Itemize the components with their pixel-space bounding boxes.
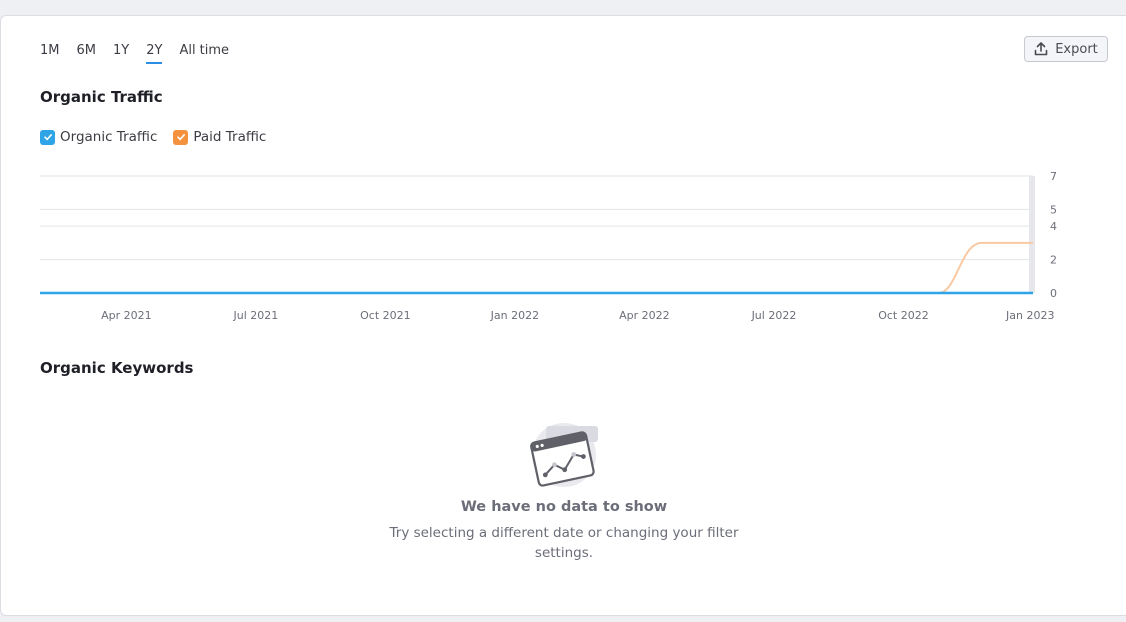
legend-item-paid-traffic[interactable]: Paid Traffic xyxy=(173,129,266,145)
upload-icon xyxy=(1034,42,1048,56)
y-tick-label: 5 xyxy=(1050,203,1057,216)
tab-all-time[interactable]: All time xyxy=(179,42,229,64)
chart-cursor-bar xyxy=(1029,176,1035,293)
tab-2y[interactable]: 2Y xyxy=(146,42,163,64)
y-tick-label: 0 xyxy=(1050,287,1057,300)
legend-label: Paid Traffic xyxy=(193,129,267,145)
export-button[interactable]: Export xyxy=(1024,36,1108,62)
organic-keywords-title: Organic Keywords xyxy=(40,359,194,377)
legend-label: Organic Traffic xyxy=(60,129,158,145)
legend-item-organic-traffic[interactable]: Organic Traffic xyxy=(40,129,157,145)
x-tick-label: Jul 2022 xyxy=(751,309,797,322)
series-line-paid-traffic xyxy=(40,241,1033,294)
check-icon[interactable] xyxy=(173,129,189,145)
export-label: Export xyxy=(1055,41,1098,57)
x-tick-label: Jul 2021 xyxy=(232,309,278,322)
empty-state-subtitle: Try selecting a different date or changi… xyxy=(389,525,739,561)
x-tick-label: Oct 2021 xyxy=(360,309,411,322)
empty-state-title: We have no data to show xyxy=(460,499,668,515)
tab-1m[interactable]: 1M xyxy=(40,42,60,64)
y-tick-label: 4 xyxy=(1050,220,1057,233)
check-icon[interactable] xyxy=(40,129,55,145)
tab-6m[interactable]: 6M xyxy=(77,42,97,64)
x-tick-label: Apr 2021 xyxy=(101,309,152,322)
no-data-chart-icon xyxy=(530,423,598,487)
chart-legend: Organic Traffic Paid Traffic xyxy=(40,129,266,145)
y-tick-label: 2 xyxy=(1050,254,1057,267)
x-tick-label: Jan 2023 xyxy=(1005,309,1054,322)
empty-state: We have no data to show Try selecting a … xyxy=(1,421,1126,563)
y-tick-label: 7 xyxy=(1050,170,1057,183)
tab-1y[interactable]: 1Y xyxy=(113,42,129,64)
x-tick-label: Apr 2022 xyxy=(619,309,670,322)
period-tabs: 1M 6M 1Y 2Y All time xyxy=(40,42,246,64)
traffic-card: 1M 6M 1Y 2Y All time Export Organic Traf… xyxy=(0,15,1126,616)
organic-traffic-title: Organic Traffic xyxy=(40,88,163,106)
x-tick-label: Jan 2022 xyxy=(490,309,539,322)
x-tick-label: Oct 2022 xyxy=(878,309,929,322)
organic-traffic-chart: 0 2 4 5 7 Apr 2021 Jul 2021 Oct 2021 Jan 2022 Apr… xyxy=(40,170,1057,322)
